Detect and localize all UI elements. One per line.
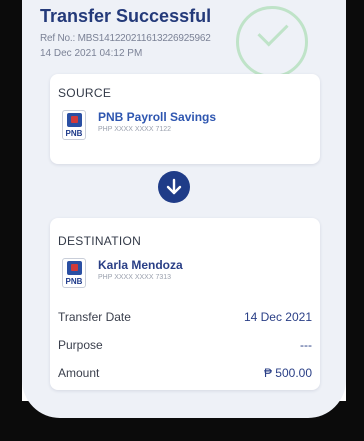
detail-row-transfer-date: Transfer Date 14 Dec 2021	[58, 310, 312, 324]
detail-row-amount: Amount ₱ 500.00	[58, 366, 312, 380]
detail-label: Purpose	[58, 338, 103, 352]
detail-label: Transfer Date	[58, 310, 131, 324]
device-frame-left	[0, 0, 22, 441]
source-account-number: PHP XXXX XXXX 7122	[98, 126, 172, 133]
detail-label: Amount	[58, 366, 100, 380]
detail-value: 14 Dec 2021	[243, 310, 312, 324]
destination-card: DESTINATION PNB Karla Mendoza PHP XXXX X…	[50, 218, 320, 390]
destination-account[interactable]: PNB Karla Mendoza PHP XXXX XXXX 7313	[62, 258, 183, 288]
detail-value: ₱ 500.00	[263, 366, 312, 380]
arrow-down-icon	[158, 171, 190, 203]
detail-row-purpose: Purpose ---	[58, 338, 312, 352]
detail-value: ---	[300, 338, 312, 352]
source-card: SOURCE PNB PNB Payroll Savings PHP XXXX …	[50, 74, 320, 164]
device-frame-right	[346, 0, 364, 441]
source-account[interactable]: PNB PNB Payroll Savings PHP XXXX XXXX 71…	[62, 110, 216, 140]
pnb-logo-icon: PNB	[62, 110, 86, 140]
app-screen: Transfer Successful Ref No.: MBS14122021…	[22, 0, 346, 418]
source-label: SOURCE	[58, 86, 112, 100]
pnb-logo-icon: PNB	[62, 258, 86, 288]
destination-account-number: PHP XXXX XXXX 7313	[98, 274, 172, 281]
source-account-name: PNB Payroll Savings	[98, 110, 217, 124]
transfer-header: Transfer Successful Ref No.: MBS14122021…	[40, 6, 340, 78]
destination-label: DESTINATION	[58, 234, 142, 248]
destination-account-name: Karla Mendoza	[98, 258, 183, 272]
success-check-icon	[236, 6, 308, 78]
